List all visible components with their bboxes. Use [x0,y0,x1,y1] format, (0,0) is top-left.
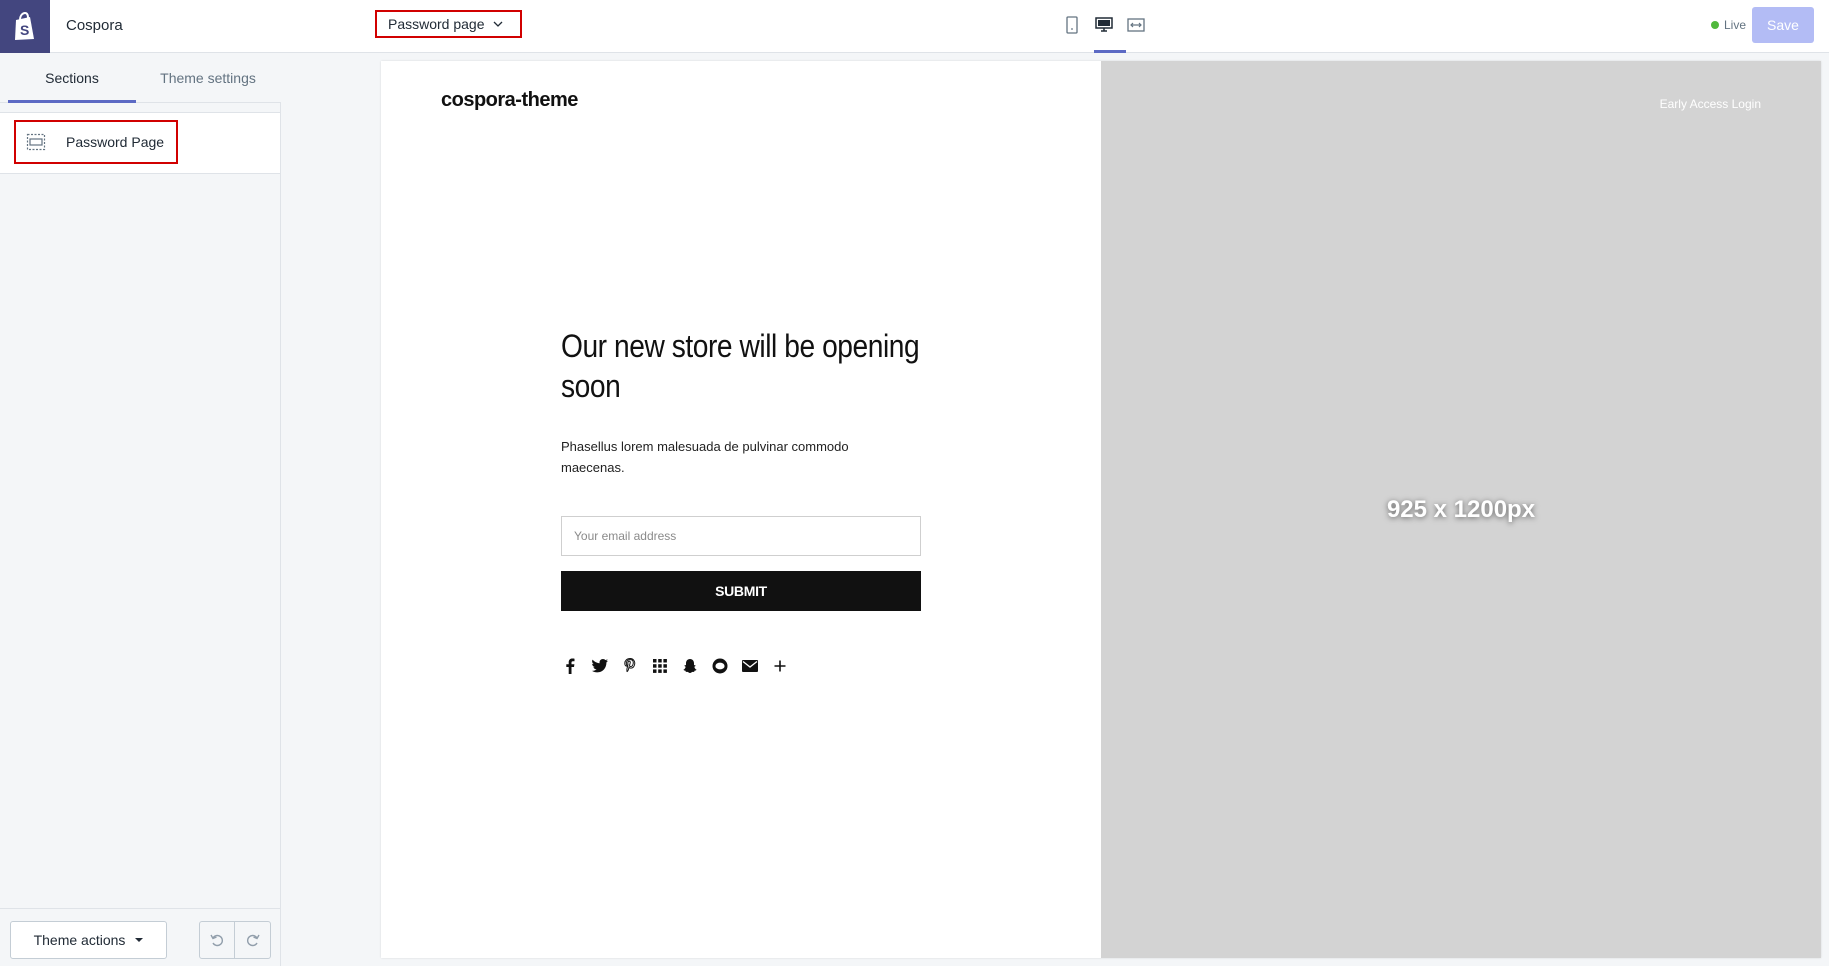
page-selector-label: Password page [388,16,485,32]
submit-button[interactable]: SUBMIT [561,571,921,611]
password-heading: Our new store will be opening soon [561,328,920,404]
mobile-view-button[interactable] [1061,12,1083,38]
device-toggle [1061,12,1147,38]
sidebar-footer: Theme actions [0,908,280,966]
save-button[interactable]: Save [1752,7,1814,43]
undo-redo-group [199,921,271,959]
redo-icon [246,934,260,947]
image-placeholder-text: 925 x 1200px [1386,496,1536,523]
page-selector-dropdown[interactable]: Password page [375,10,522,38]
pinterest-icon[interactable] [621,657,639,675]
full-width-view-button[interactable] [1125,12,1147,38]
chevron-down-icon [493,21,502,27]
theme-actions-label: Theme actions [33,932,126,948]
snapchat-icon[interactable] [681,657,699,675]
caret-down-icon [135,938,144,942]
brand-bar: S Cospora [0,0,281,53]
section-list: Password Page [0,112,280,174]
apps-icon[interactable] [651,657,669,675]
sidebar-tabs: Sections Theme settings [0,53,281,103]
section-item-password-page[interactable]: Password Page [14,120,178,164]
more-icon[interactable] [771,657,789,675]
undo-icon [210,934,223,947]
early-access-login-link[interactable]: Early Access Login [1660,97,1761,111]
shopify-logo-icon[interactable]: S [0,0,50,53]
social-icons [561,657,789,675]
storefront-preview: cospora-theme Our new store will be open… [381,61,1821,958]
live-status: Live [1711,18,1746,32]
live-label: Live [1724,18,1747,32]
undo-button[interactable] [200,922,236,958]
sidebar: S Cospora Sections Theme settings Passwo… [0,0,281,966]
email-icon[interactable] [741,657,759,675]
expand-horizontal-icon [1127,18,1145,32]
mobile-icon [1066,16,1078,34]
active-tab-indicator [8,100,136,103]
tab-theme-settings[interactable]: Theme settings [140,53,276,103]
preview-image-pane: Early Access Login 925 x 1200px [1101,61,1821,958]
section-item-label: Password Page [66,134,165,150]
tab-sections[interactable]: Sections [8,53,136,103]
email-input[interactable]: Your email address [561,516,921,556]
desktop-view-button[interactable] [1093,12,1115,38]
store-logo-text[interactable]: cospora-theme [441,89,578,112]
preview-content-pane: cospora-theme Our new store will be open… [381,61,1101,958]
store-name: Cospora [66,17,123,34]
password-subtext: Phasellus lorem malesuada de pulvinar co… [561,439,849,475]
redo-button[interactable] [235,922,270,958]
desktop-icon [1095,17,1113,32]
section-layout-icon [26,133,46,151]
live-dot-icon [1711,21,1719,29]
twitter-icon[interactable] [591,657,609,675]
line-icon[interactable] [711,657,729,675]
facebook-icon[interactable] [561,657,579,675]
active-device-indicator [1094,50,1126,53]
svg-text:S: S [20,22,29,38]
top-bar: Password page Live Save [281,0,1829,53]
theme-actions-button[interactable]: Theme actions [10,921,167,959]
